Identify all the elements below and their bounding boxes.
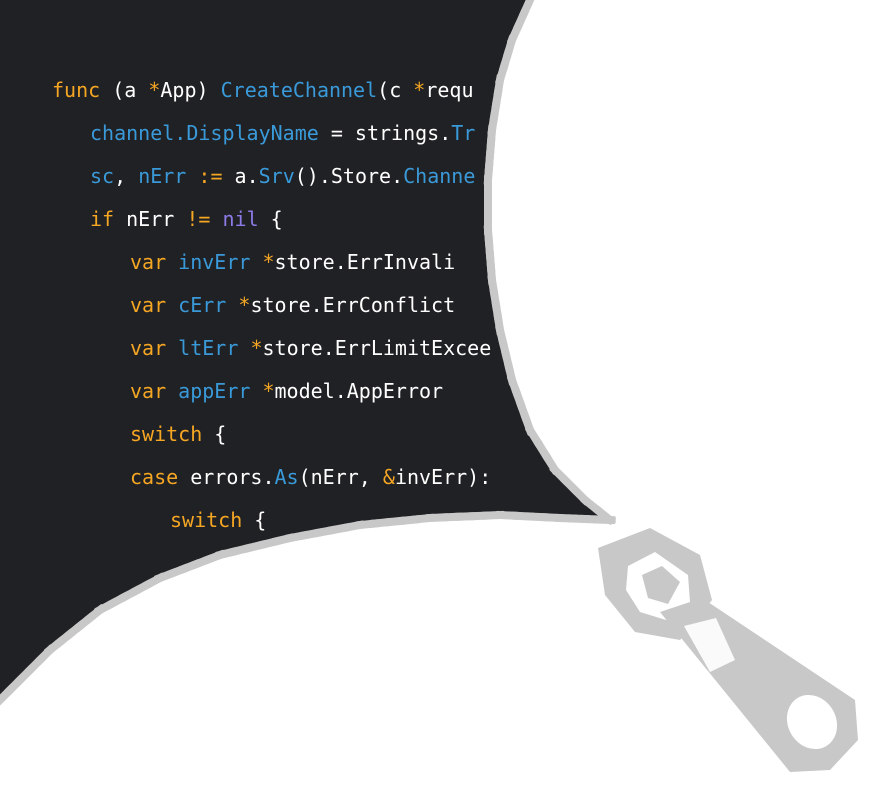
zipper bbox=[0, 0, 858, 772]
zipper-teeth bbox=[0, 0, 616, 706]
zipper-pull-tab-icon bbox=[660, 598, 858, 772]
zipper-tooth bbox=[0, 684, 16, 706]
artwork: func (a *App) CreateChannel(c *requ chann… bbox=[0, 0, 885, 792]
